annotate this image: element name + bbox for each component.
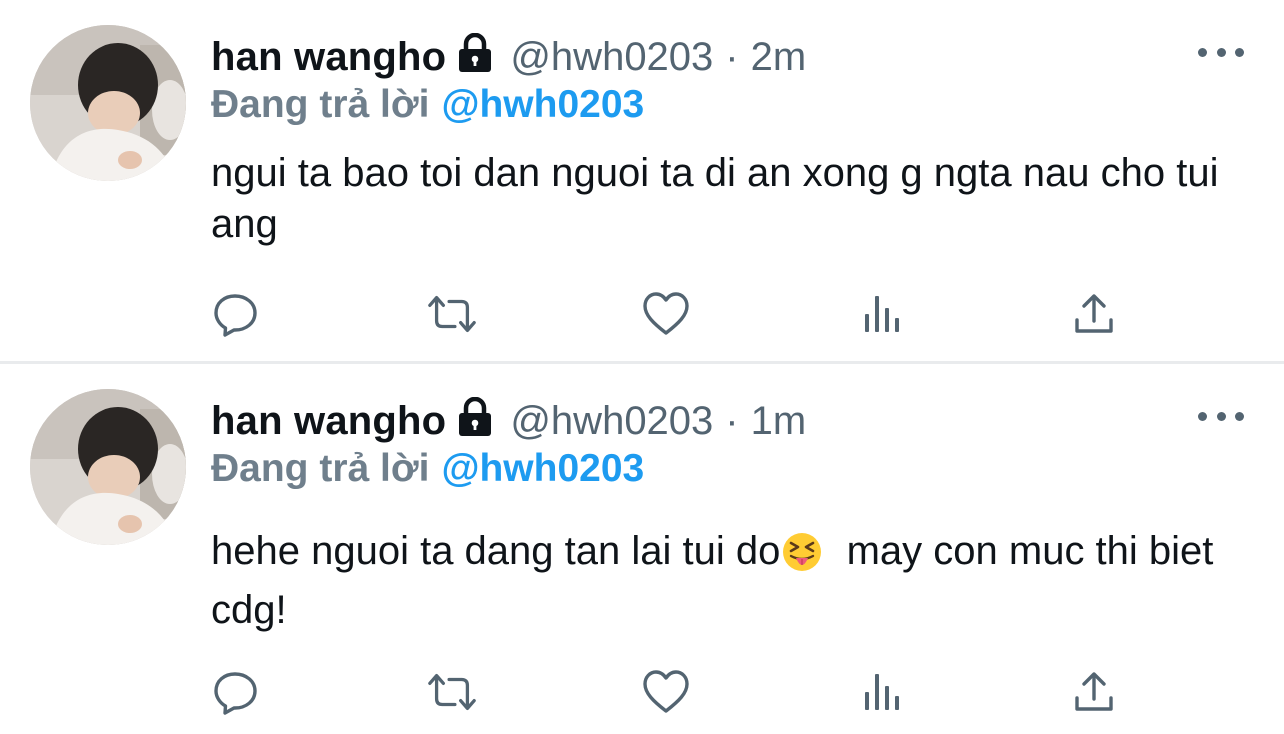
tweet-text: ngui ta bao toi dan nguoi ta di an xong …	[211, 151, 1219, 246]
like-button[interactable]	[640, 666, 692, 718]
display-name[interactable]: han wangho	[211, 399, 446, 444]
like-button[interactable]	[640, 288, 692, 340]
tweet-header: han wangho @hwh0203 · 1m	[211, 394, 806, 448]
squinting-face-with-tongue-icon	[782, 532, 822, 585]
tweet-actions	[0, 288, 1284, 340]
replying-to: Đang trả lời @hwh0203	[211, 442, 644, 496]
user-handle[interactable]: @hwh0203	[510, 399, 713, 444]
separator-dot: ·	[725, 34, 739, 79]
share-button[interactable]	[1068, 666, 1120, 718]
tweet[interactable]: han wangho @hwh0203 · 1m Đang trả lời @h…	[0, 364, 1284, 734]
views-button[interactable]	[856, 288, 908, 340]
retweet-button[interactable]	[426, 666, 478, 718]
share-icon	[1075, 672, 1113, 711]
views-icon	[865, 674, 899, 710]
retweet-icon	[428, 295, 476, 333]
share-icon	[1075, 294, 1113, 333]
reply-button[interactable]	[211, 288, 263, 340]
timeline: han wangho @hwh0203 · 2m Đang trả lời @h…	[0, 0, 1284, 734]
more-icon[interactable]	[1198, 404, 1244, 428]
replying-to: Đang trả lời @hwh0203	[211, 78, 644, 132]
tweet-header: han wangho @hwh0203 · 2m	[211, 30, 806, 84]
tweet-text: hehe nguoi ta dang tan lai tui do may co…	[211, 526, 1251, 636]
avatar[interactable]	[30, 389, 186, 545]
like-icon	[643, 670, 689, 713]
display-name[interactable]: han wangho	[211, 35, 446, 80]
like-icon	[643, 292, 689, 335]
views-button[interactable]	[856, 666, 908, 718]
views-icon	[865, 296, 899, 332]
replying-label: Đang trả lời	[211, 83, 430, 126]
replying-to-handle[interactable]: @hwh0203	[441, 447, 644, 491]
tweet[interactable]: han wangho @hwh0203 · 2m Đang trả lời @h…	[0, 0, 1284, 362]
share-button[interactable]	[1068, 288, 1120, 340]
tweet-text-part: hehe nguoi ta dang tan lai tui do	[211, 529, 781, 573]
retweet-button[interactable]	[426, 288, 478, 340]
lock-icon	[456, 396, 494, 442]
reply-icon	[214, 294, 257, 337]
lock-icon	[456, 32, 494, 78]
more-icon[interactable]	[1198, 40, 1244, 64]
timestamp[interactable]: 1m	[751, 399, 807, 444]
replying-label: Đang trả lời	[211, 447, 430, 490]
avatar[interactable]	[30, 25, 186, 181]
tweet-actions	[0, 666, 1284, 718]
reply-button[interactable]	[211, 666, 263, 718]
separator-dot: ·	[725, 398, 739, 443]
replying-to-handle[interactable]: @hwh0203	[441, 83, 644, 127]
user-handle[interactable]: @hwh0203	[510, 35, 713, 80]
retweet-icon	[428, 673, 476, 711]
reply-icon	[214, 672, 257, 715]
timestamp[interactable]: 2m	[751, 35, 807, 80]
